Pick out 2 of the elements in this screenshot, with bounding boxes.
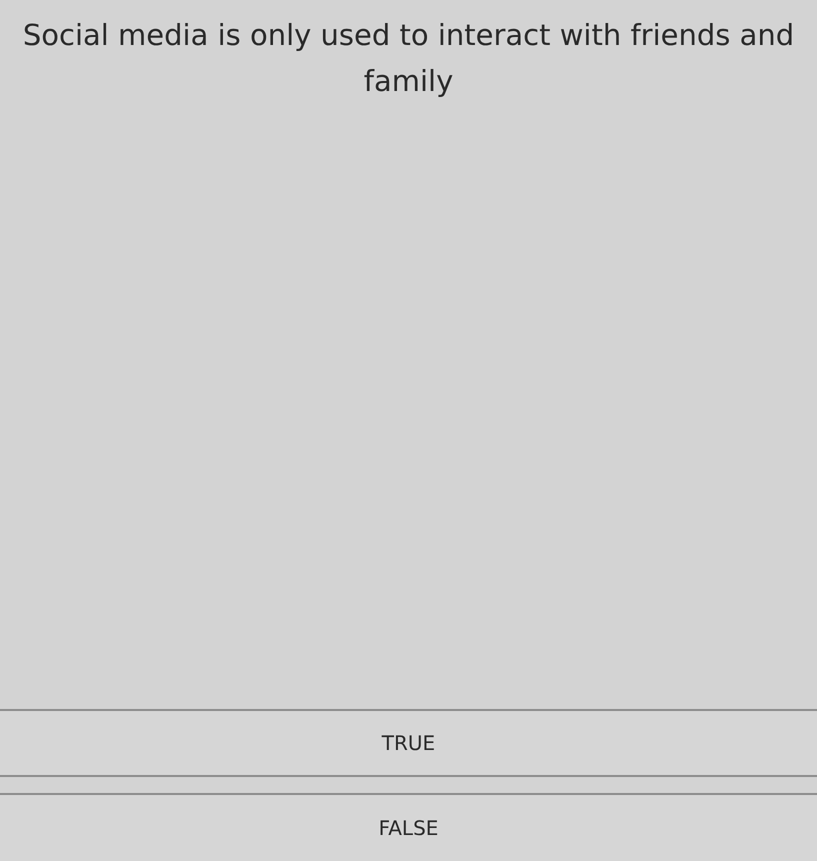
question-text: Social media is only used to interact with friends and family	[22, 17, 796, 100]
answer-option[interactable]: TRUE	[0, 709, 817, 777]
